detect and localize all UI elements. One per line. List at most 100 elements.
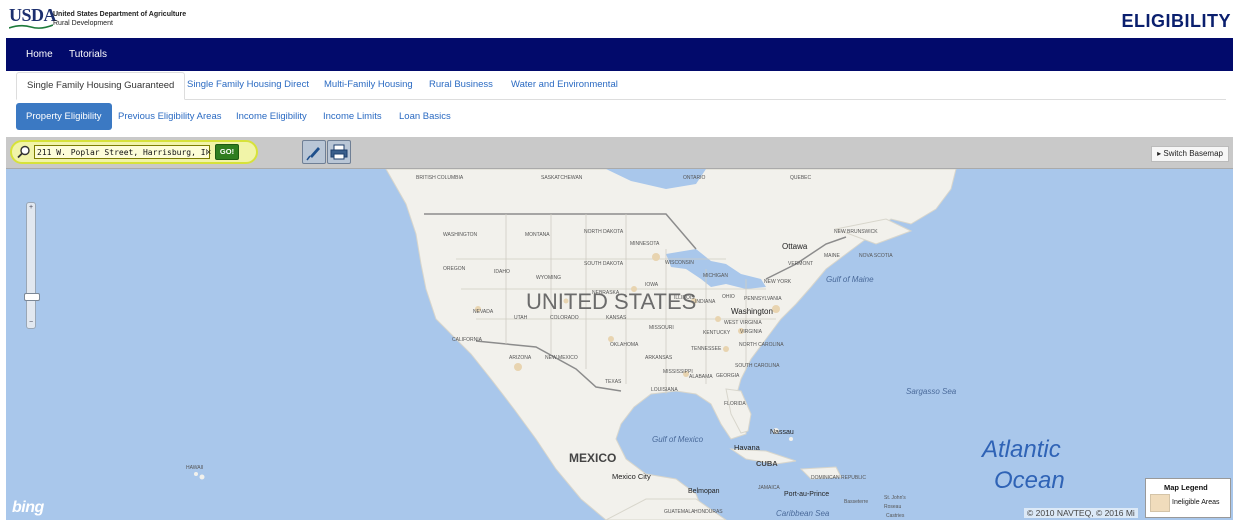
label-quebec: QUEBEC <box>790 175 812 181</box>
label-nebraska: NEBRASKA <box>592 290 620 296</box>
label-maine: MAINE <box>824 253 840 259</box>
print-icon <box>330 144 348 160</box>
zoom-slider[interactable]: + − <box>24 202 40 329</box>
label-new-mexico: NEW MEXICO <box>545 355 578 361</box>
label-idaho: IDAHO <box>494 269 510 275</box>
switch-basemap-button[interactable]: ▸ Switch Basemap <box>1151 146 1229 162</box>
search-icon <box>17 145 30 159</box>
print-tool-button[interactable] <box>327 140 351 164</box>
clear-search-icon[interactable]: × <box>206 145 211 159</box>
label-roseau: Roseau <box>884 504 902 510</box>
label-north-dakota: NORTH DAKOTA <box>584 229 624 235</box>
label-kansas: KANSAS <box>606 315 627 321</box>
app-title: ELIGIBILITY <box>1121 11 1231 31</box>
dept-name: United States Department of Agriculture <box>53 11 187 18</box>
address-search: × GO! <box>10 140 258 164</box>
label-alabama: ALABAMA <box>689 374 713 380</box>
label-port-au-prince: Port-au-Prince <box>784 491 830 498</box>
label-st-johns: St. John's <box>884 495 906 501</box>
label-texas: TEXAS <box>605 379 622 385</box>
label-ohio: OHIO <box>722 294 735 300</box>
nav-tutorials[interactable]: Tutorials <box>69 49 107 60</box>
label-ottawa: Ottawa <box>782 242 808 251</box>
nav-home[interactable]: Home <box>26 49 53 60</box>
top-nav: Home Tutorials <box>6 38 1233 71</box>
subtab-loan-basics[interactable]: Loan Basics <box>399 103 451 130</box>
label-north-carolina: NORTH CAROLINA <box>739 342 784 348</box>
map-legend: Map Legend Ineligible Areas <box>1145 478 1231 518</box>
program-tabs: Single Family Housing Guaranteed Single … <box>16 72 1226 100</box>
tab-multi-family[interactable]: Multi-Family Housing <box>324 72 413 98</box>
label-oklahoma: OKLAHOMA <box>610 342 639 348</box>
label-vermont: VERMONT <box>788 261 813 267</box>
label-atlantic: Atlantic <box>982 436 1061 463</box>
label-honduras: HONDURAS <box>694 509 723 515</box>
identify-tool-button[interactable] <box>302 140 326 164</box>
tab-rural-business[interactable]: Rural Business <box>429 72 493 98</box>
label-oregon: OREGON <box>443 266 466 272</box>
label-gulf-of-maine: Gulf of Maine <box>826 275 874 284</box>
usda-logo-text: USDA <box>9 5 57 25</box>
label-castries: Castries <box>886 513 905 519</box>
legend-swatch-ineligible <box>1150 494 1170 512</box>
legend-title: Map Legend <box>1164 483 1208 492</box>
label-british-columbia: BRITISH COLUMBIA <box>416 175 464 181</box>
label-nevada: NEVADA <box>473 309 494 315</box>
label-mexico-city: Mexico City <box>612 472 651 481</box>
subtab-previous-areas[interactable]: Previous Eligibility Areas <box>118 103 222 130</box>
eligibility-subtabs: Property Eligibility Previous Eligibilit… <box>16 103 1226 130</box>
map-view[interactable]: + − UNITED STATES MEXICO Atlantic Ocean … <box>6 169 1233 520</box>
label-louisiana: LOUISIANA <box>651 387 678 393</box>
label-utah: UTAH <box>514 315 528 321</box>
label-wyoming: WYOMING <box>536 275 561 281</box>
label-tennessee: TENNESSEE <box>691 346 722 352</box>
tab-water-environmental[interactable]: Water and Environmental <box>511 72 618 98</box>
label-arkansas: ARKANSAS <box>645 355 673 361</box>
label-pennsylvania: PENNSYLVANIA <box>744 296 782 302</box>
label-florida: FLORIDA <box>724 401 746 407</box>
subtab-income-eligibility[interactable]: Income Eligibility <box>236 103 307 130</box>
label-caribbean-sea: Caribbean Sea <box>776 509 830 518</box>
label-new-brunswick: NEW BRUNSWICK <box>834 229 878 235</box>
label-colorado: COLORADO <box>550 315 579 321</box>
label-hawaii: HAWAII <box>186 465 204 471</box>
zoom-in-icon[interactable]: + <box>27 204 35 212</box>
zoom-slider-thumb[interactable] <box>24 293 40 301</box>
label-gulf-of-mexico: Gulf of Mexico <box>652 435 704 444</box>
label-washington-dc: Washington <box>731 307 773 316</box>
label-illinois: ILLINOIS <box>674 295 695 301</box>
label-west-virginia: WEST VIRGINIA <box>724 320 762 326</box>
tab-sfh-guaranteed[interactable]: Single Family Housing Guaranteed <box>16 72 186 100</box>
label-georgia: GEORGIA <box>716 373 740 379</box>
label-minnesota: MINNESOTA <box>630 241 660 247</box>
subtab-income-limits[interactable]: Income Limits <box>323 103 382 130</box>
label-wisconsin: WISCONSIN <box>665 260 694 266</box>
label-nassau: Nassau <box>770 429 794 436</box>
map-toolbar: × GO! ▸ Switch Basemap <box>6 137 1233 169</box>
label-michigan: MICHIGAN <box>703 273 728 279</box>
label-saskatchewan: SASKATCHEWAN <box>541 175 583 181</box>
label-dominican-republic: DOMINICAN REPUBLIC <box>811 475 867 481</box>
label-arizona: ARIZONA <box>509 355 532 361</box>
pin-tool-icon <box>306 147 320 161</box>
legend-label-ineligible: Ineligible Areas <box>1172 499 1220 506</box>
label-washington-state: WASHINGTON <box>443 232 478 238</box>
subtab-property-eligibility[interactable]: Property Eligibility <box>16 103 112 130</box>
label-guatemala: GUATEMALA <box>664 509 695 515</box>
tab-sfh-direct[interactable]: Single Family Housing Direct <box>187 72 309 98</box>
go-button[interactable]: GO! <box>215 144 239 160</box>
label-belmopan: Belmopan <box>688 488 720 495</box>
label-new-york: NEW YORK <box>764 279 792 285</box>
label-cuba: CUBA <box>756 459 778 468</box>
label-montana: MONTANA <box>525 232 550 238</box>
label-sargasso-sea: Sargasso Sea <box>906 387 957 396</box>
zoom-out-icon[interactable]: − <box>27 319 35 327</box>
label-havana: Havana <box>734 443 760 452</box>
label-virginia: VIRGINIA <box>740 329 762 335</box>
label-mexico: MEXICO <box>569 451 617 465</box>
label-kentucky: KENTUCKY <box>703 330 731 336</box>
address-search-input[interactable] <box>34 145 210 159</box>
usda-swoosh-icon <box>9 24 53 29</box>
label-basseterre: Basseterre <box>844 499 869 505</box>
label-ocean: Ocean <box>994 467 1065 494</box>
